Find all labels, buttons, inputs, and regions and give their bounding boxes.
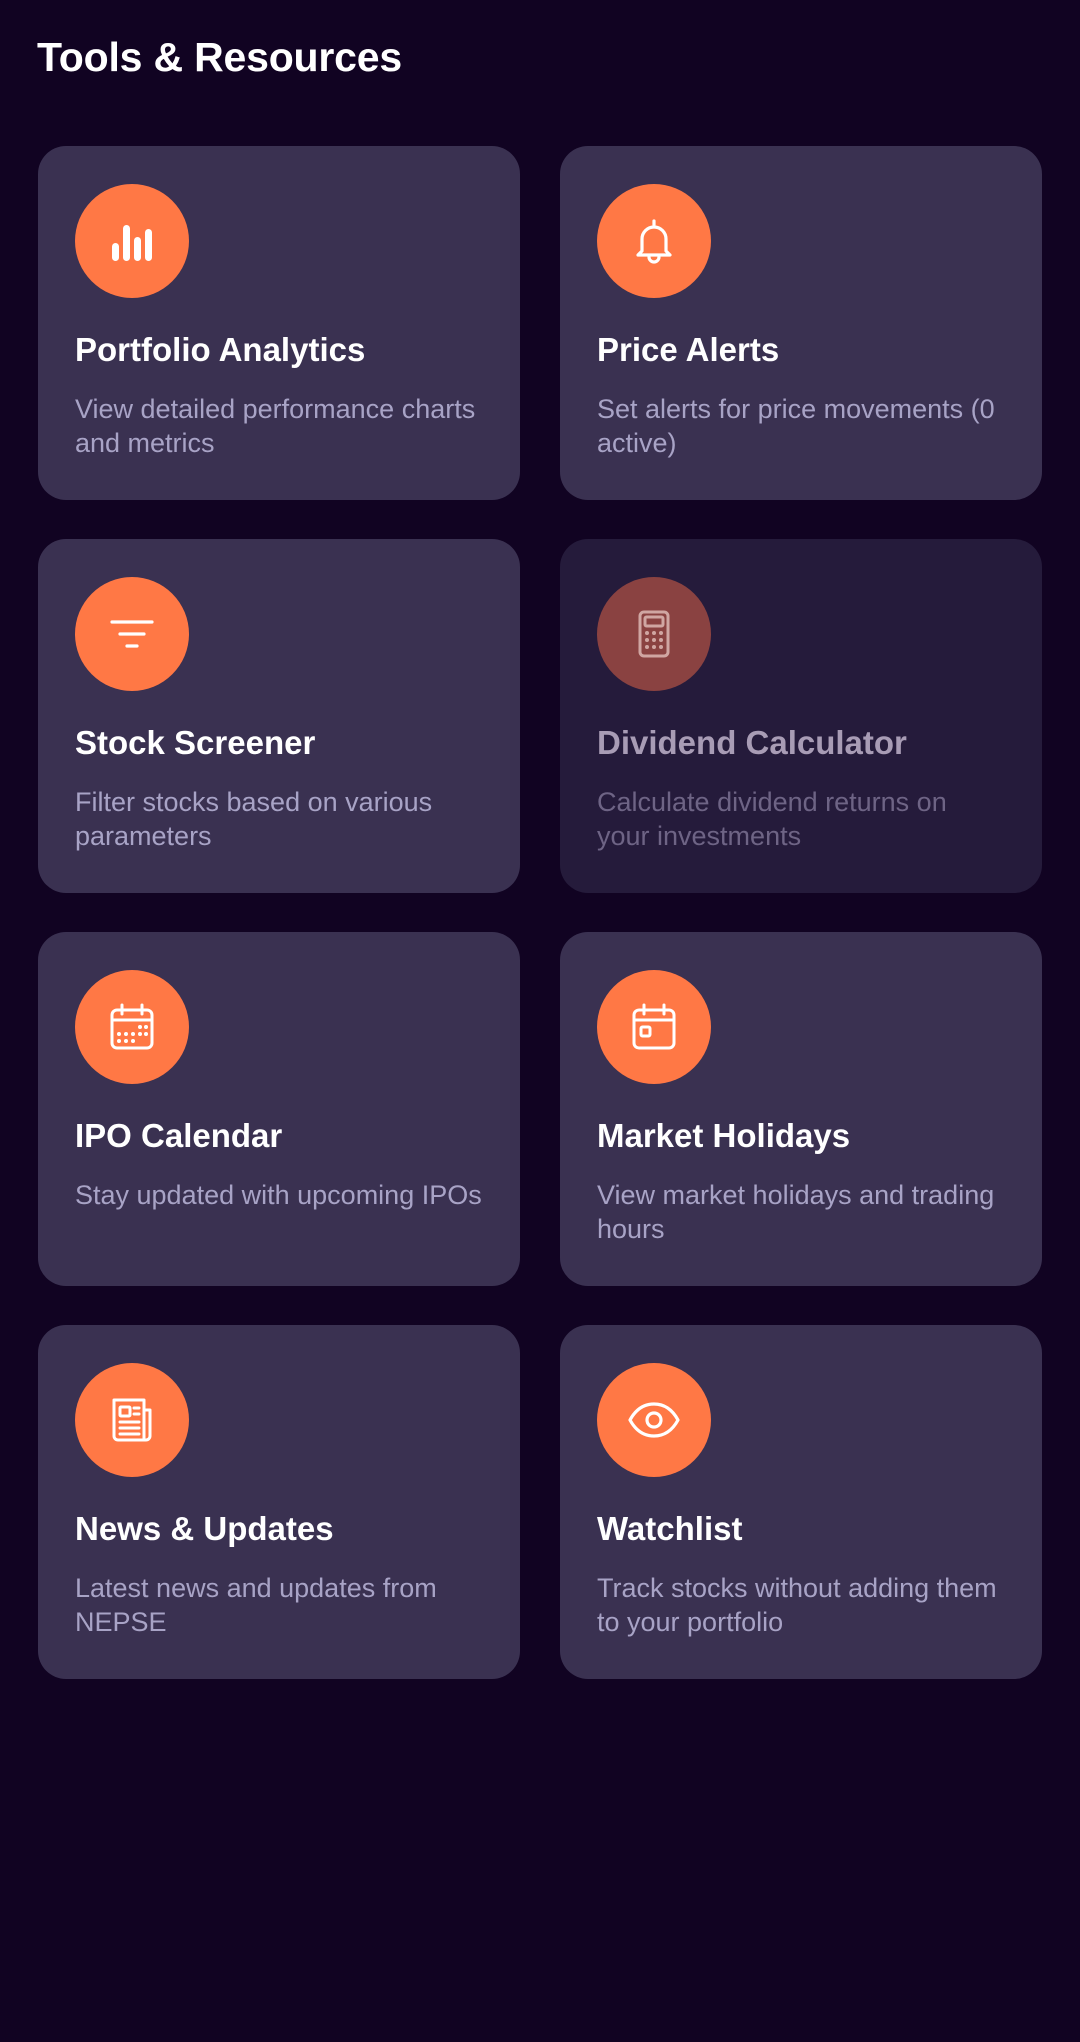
card-title: Market Holidays xyxy=(597,1117,851,1154)
card-description: Latest news and updates from NEPSE xyxy=(75,1573,437,1637)
card-description: View detailed performance charts and met… xyxy=(75,394,476,458)
watchlist-card[interactable]: Watchlist Track stocks without adding th… xyxy=(560,1325,1042,1679)
card-title: Price Alerts xyxy=(597,331,780,368)
card-title: Stock Screener xyxy=(75,724,316,761)
newspaper-icon xyxy=(75,1363,189,1477)
ipo-calendar-card[interactable]: IPO Calendar Stay updated with upcoming … xyxy=(38,932,520,1286)
market-holidays-card[interactable]: Market Holidays View market holidays and… xyxy=(560,932,1042,1286)
page-title: Tools & Resources xyxy=(37,34,402,80)
eye-icon xyxy=(597,1363,711,1477)
bell-icon xyxy=(597,184,711,298)
filter-icon xyxy=(75,577,189,691)
card-title: Dividend Calculator xyxy=(597,724,907,761)
card-description: Filter stocks based on various parameter… xyxy=(75,787,433,851)
portfolio-analytics-card[interactable]: Portfolio Analytics View detailed perfor… xyxy=(38,146,520,500)
card-description: Set alerts for price movements (0 active… xyxy=(597,394,995,458)
card-description: Track stocks without adding them to your… xyxy=(597,1573,997,1637)
calendar-icon xyxy=(75,970,189,1084)
bar-chart-icon xyxy=(75,184,189,298)
card-title: Portfolio Analytics xyxy=(75,331,366,368)
calculator-icon xyxy=(597,577,711,691)
calendar-event-icon xyxy=(597,970,711,1084)
stock-screener-card[interactable]: Stock Screener Filter stocks based on va… xyxy=(38,539,520,893)
card-title: News & Updates xyxy=(75,1510,334,1547)
card-title: IPO Calendar xyxy=(75,1117,283,1154)
card-description: View market holidays and trading hours xyxy=(597,1180,995,1244)
dividend-calculator-card[interactable]: Dividend Calculator Calculate dividend r… xyxy=(560,539,1042,893)
news-updates-card[interactable]: News & Updates Latest news and updates f… xyxy=(38,1325,520,1679)
card-title: Watchlist xyxy=(597,1510,743,1547)
price-alerts-card[interactable]: Price Alerts Set alerts for price moveme… xyxy=(560,146,1042,500)
tools-grid: Portfolio Analytics View detailed perfor… xyxy=(38,146,1042,1679)
card-description: Calculate dividend returns on your inves… xyxy=(597,787,947,851)
card-description: Stay updated with upcoming IPOs xyxy=(75,1180,482,1210)
